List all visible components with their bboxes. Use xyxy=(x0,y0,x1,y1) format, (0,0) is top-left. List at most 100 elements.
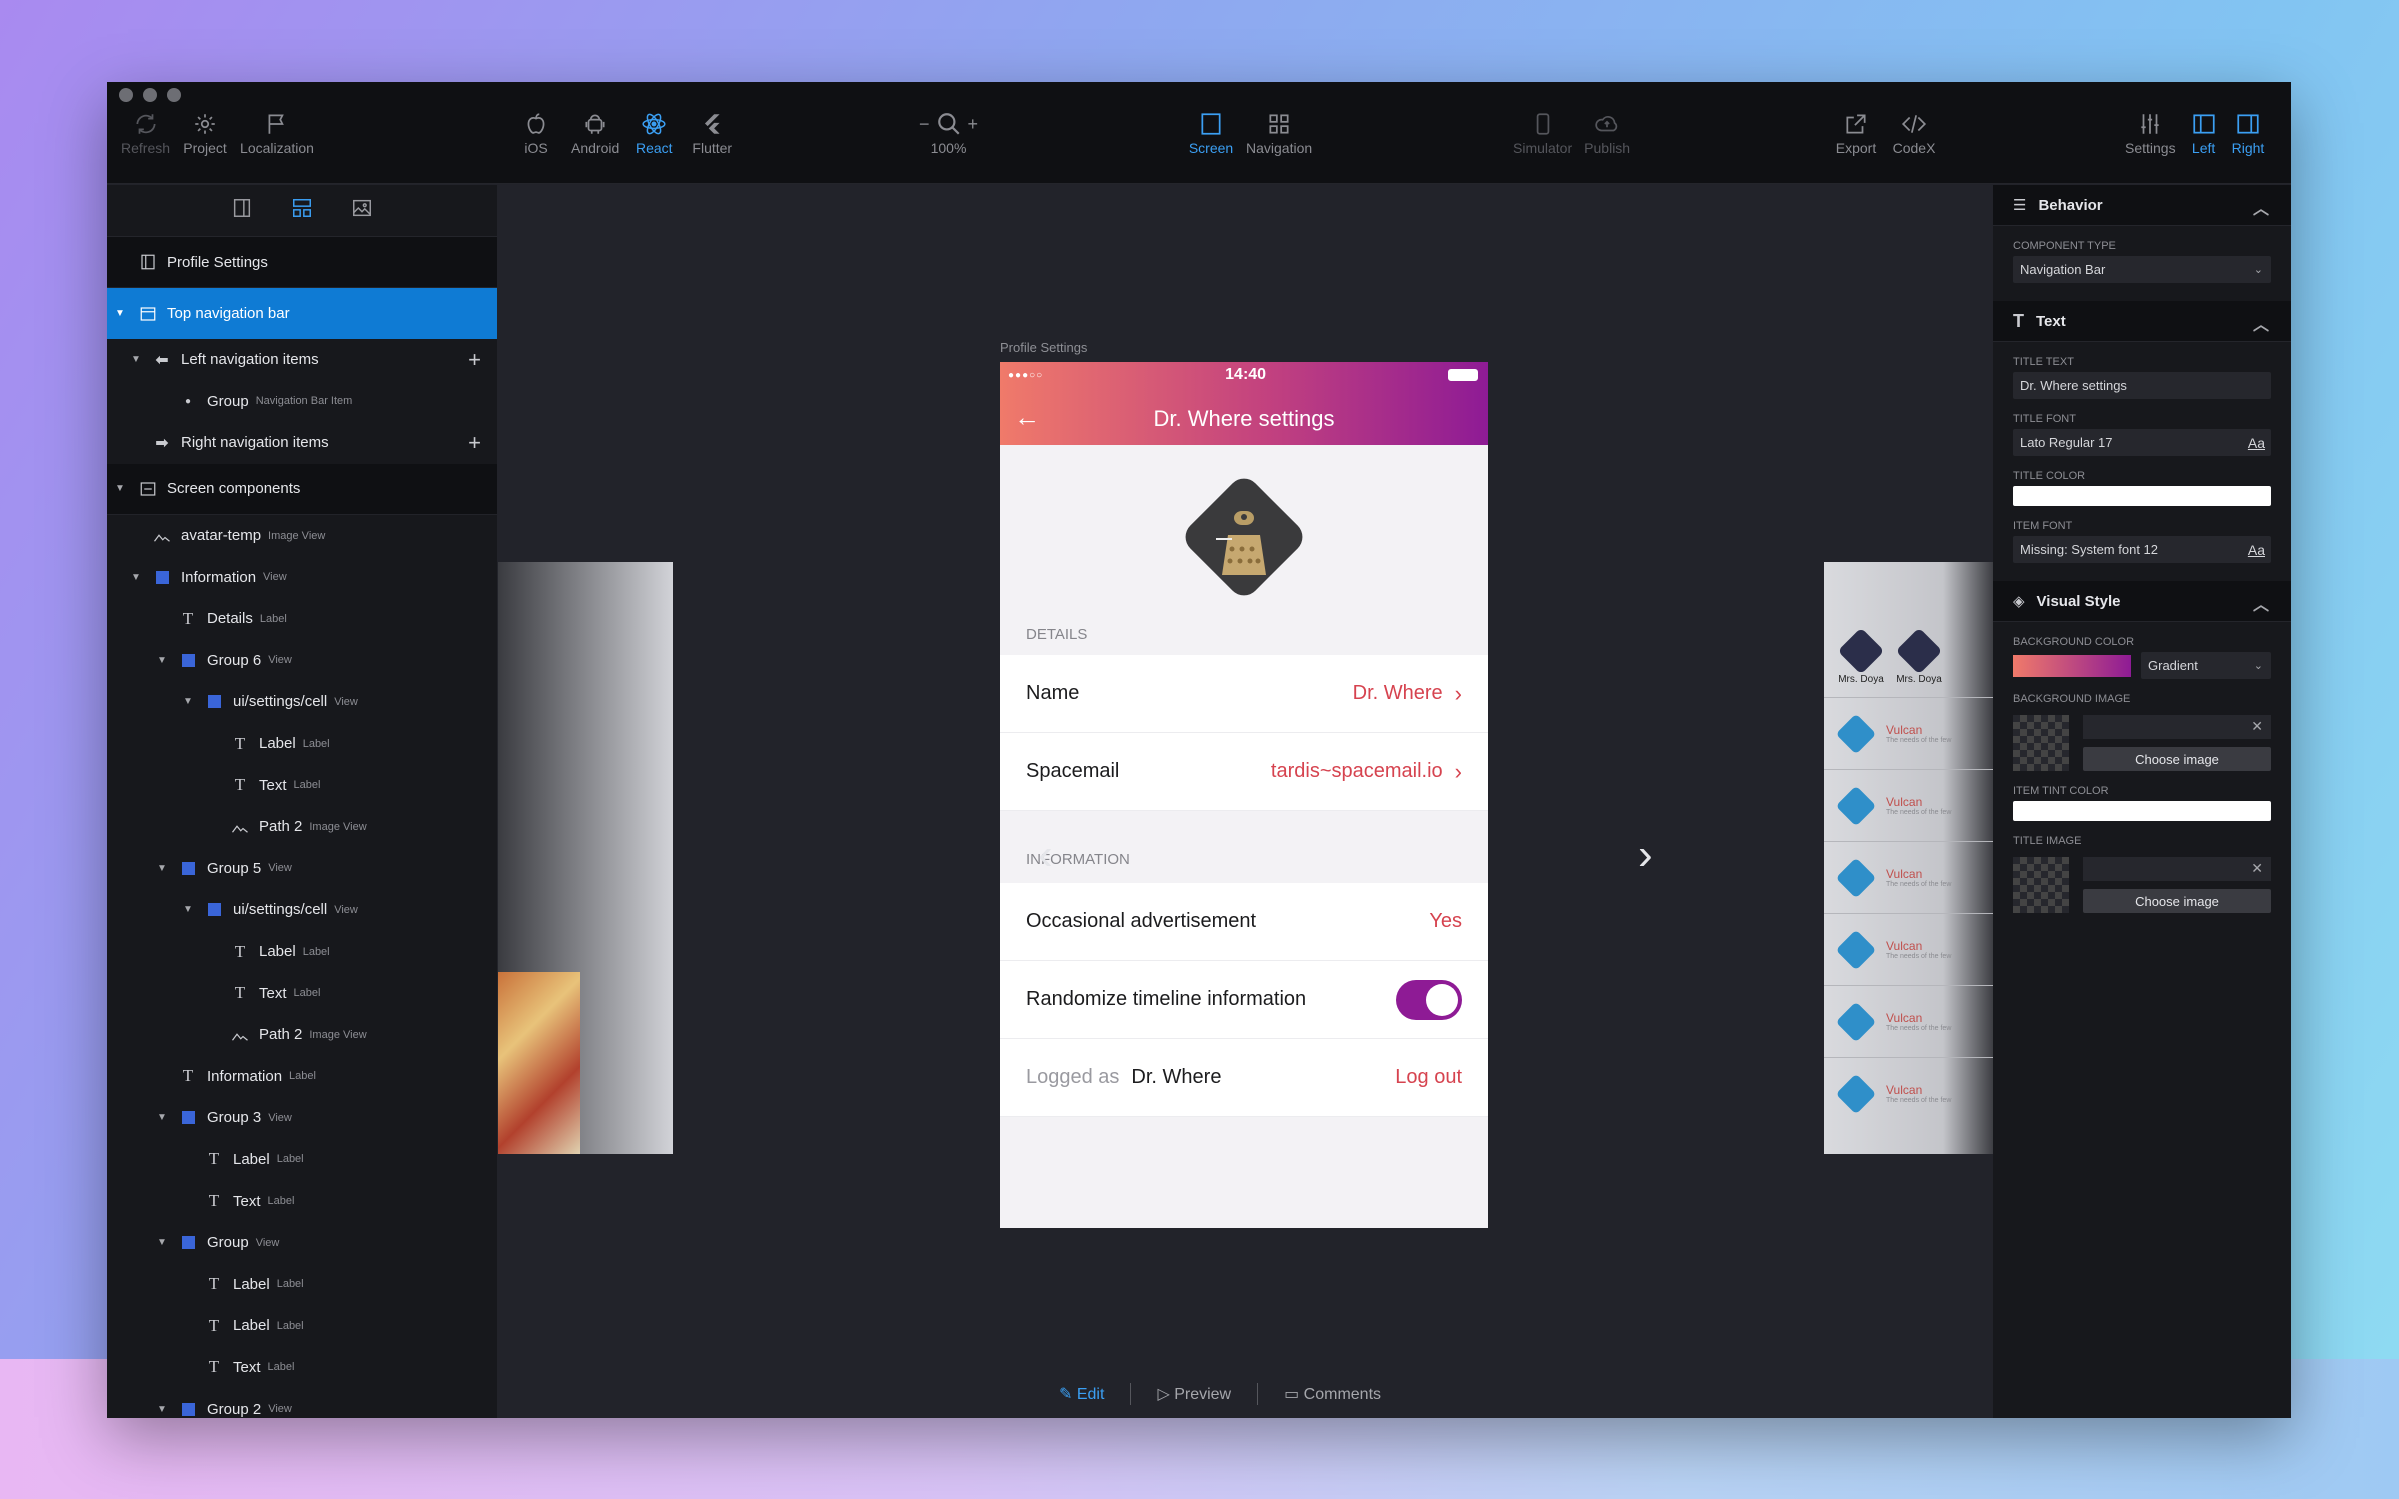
refresh-button[interactable]: Refresh xyxy=(115,108,176,156)
tree-item[interactable]: ▼ Group 2 View xyxy=(107,1388,497,1418)
tree-item-top-navigation-bar[interactable]: ▼ Top navigation bar xyxy=(107,288,497,339)
tree-item[interactable]: T Text Label xyxy=(107,1347,497,1389)
navigation-button[interactable]: Navigation xyxy=(1240,108,1318,156)
expand-arrow-icon[interactable]: ▼ xyxy=(113,308,127,319)
chevron-up-icon[interactable]: ︿ xyxy=(2253,311,2269,335)
tree-item[interactable]: T Details Label xyxy=(107,598,497,640)
tree-item[interactable]: avatar-temp Image View xyxy=(107,515,497,557)
tree-item[interactable]: T Text Label xyxy=(107,972,497,1014)
expand-arrow-icon[interactable]: ▼ xyxy=(129,572,143,583)
logout-link[interactable]: Log out xyxy=(1395,1066,1462,1089)
localization-button[interactable]: Localization xyxy=(234,108,320,156)
settings-button[interactable]: Settings xyxy=(2119,108,2182,156)
background-color-mode-select[interactable]: Gradient ⌄ xyxy=(2141,652,2271,679)
item-tint-color-swatch[interactable] xyxy=(2013,801,2271,821)
tree-item[interactable]: ▼ Group View xyxy=(107,1222,497,1264)
left-panel-toggle[interactable]: Left xyxy=(2182,108,2226,156)
tree-item[interactable]: T Information Label xyxy=(107,1056,497,1098)
screen-button[interactable]: Screen xyxy=(1182,108,1240,156)
expand-arrow-icon[interactable]: ▼ xyxy=(155,1404,169,1415)
android-button[interactable]: Android xyxy=(565,108,625,156)
component-type-select[interactable]: Navigation Bar ⌄ xyxy=(2013,256,2271,283)
text-section-header[interactable]: T Text ︿ xyxy=(1993,301,2291,342)
comments-tab[interactable]: ▭ Comments xyxy=(1284,1384,1381,1404)
expand-arrow-icon[interactable]: ▼ xyxy=(113,483,127,494)
name-row[interactable]: Name Dr. Where › xyxy=(1000,655,1488,733)
flutter-button[interactable]: Flutter xyxy=(683,108,741,156)
title-image-path[interactable]: ✕ xyxy=(2083,857,2271,881)
assets-image-icon[interactable] xyxy=(351,197,373,224)
advertisement-row[interactable]: Occasional advertisement Yes xyxy=(1000,883,1488,961)
item-font-picker[interactable]: Missing: System font 12 Aa xyxy=(2013,536,2271,563)
tree-item[interactable]: Path 2 Image View xyxy=(107,1014,497,1056)
spacemail-row[interactable]: Spacemail tardis~spacemail.io › xyxy=(1000,733,1488,811)
phone-screen[interactable]: ●●●○○ 14:40 ← Dr. Where settings DETAILS… xyxy=(1000,362,1488,1228)
expand-arrow-icon[interactable]: ▼ xyxy=(155,863,169,874)
design-canvas[interactable]: Profile Settings ●●●○○ 14:40 ← Dr. Where… xyxy=(498,185,1976,1418)
simulator-button[interactable]: Simulator xyxy=(1507,108,1578,156)
choose-background-image-button[interactable]: Choose image xyxy=(2083,747,2271,771)
tree-item[interactable]: T Text Label xyxy=(107,764,497,806)
export-button[interactable]: Export xyxy=(1827,108,1885,156)
next-screen-preview-panel[interactable]: Mrs. Doya Mrs. Doya Vulcan The needs of t… xyxy=(1824,562,1994,1154)
previous-screen-preview[interactable] xyxy=(498,562,673,1154)
clear-icon[interactable]: ✕ xyxy=(2251,860,2263,877)
tree-item[interactable]: ▼ Group 5 View xyxy=(107,848,497,890)
zoom-out-icon[interactable]: − xyxy=(919,114,930,135)
ios-button[interactable]: iOS xyxy=(507,108,565,156)
background-image-path[interactable]: ✕ xyxy=(2083,715,2271,739)
chevron-up-icon[interactable]: ︿ xyxy=(2253,591,2269,615)
tree-item[interactable]: T Label Label xyxy=(107,931,497,973)
choose-title-image-button[interactable]: Choose image xyxy=(2083,889,2271,913)
components-icon[interactable] xyxy=(291,197,313,224)
codex-button[interactable]: CodeX xyxy=(1885,108,1943,156)
font-picker-icon[interactable]: Aa xyxy=(2248,542,2265,558)
previous-screen-arrow-icon[interactable]: ‹ xyxy=(1038,830,1053,880)
zoom-in-icon[interactable]: + xyxy=(968,114,979,135)
top-navigation-bar[interactable]: ●●●○○ 14:40 ← Dr. Where settings xyxy=(1000,362,1488,445)
next-screen-arrow-icon[interactable]: › xyxy=(1638,830,1653,880)
expand-arrow-icon[interactable]: ▼ xyxy=(155,1237,169,1248)
behavior-section-header[interactable]: ☰ Behavior ︿ xyxy=(1993,185,2291,226)
expand-arrow-icon[interactable]: ▼ xyxy=(155,1112,169,1123)
tree-item[interactable]: ● Group Navigation Bar Item xyxy=(107,381,497,423)
tree-item[interactable]: T Label Label xyxy=(107,1139,497,1181)
background-image-preview[interactable] xyxy=(2013,715,2069,771)
tree-item[interactable]: T Text Label xyxy=(107,1180,497,1222)
expand-arrow-icon[interactable]: ▼ xyxy=(181,696,195,707)
title-font-picker[interactable]: Lato Regular 17 Aa xyxy=(2013,429,2271,456)
add-item-icon[interactable]: + xyxy=(468,347,481,373)
tree-item[interactable]: ▼ ui/settings/cell View xyxy=(107,681,497,723)
tree-item[interactable]: ➡ Right navigation items + xyxy=(107,422,497,464)
title-color-swatch[interactable] xyxy=(2013,486,2271,506)
font-picker-icon[interactable]: Aa xyxy=(2248,435,2265,451)
tree-root-profile-settings[interactable]: Profile Settings xyxy=(107,237,497,288)
title-text-input[interactable]: Dr. Where settings xyxy=(2013,372,2271,399)
react-button[interactable]: React xyxy=(625,108,683,156)
visual-style-section-header[interactable]: ◈ Visual Style ︿ xyxy=(1993,581,2291,622)
publish-button[interactable]: Publish xyxy=(1578,108,1636,156)
tree-item[interactable]: T Label Label xyxy=(107,1305,497,1347)
edit-tab[interactable]: ✎ Edit xyxy=(1059,1384,1104,1404)
close-window-button[interactable] xyxy=(119,88,133,102)
tree-item[interactable]: T Label Label xyxy=(107,723,497,765)
tree-item[interactable]: ▼ Group 6 View xyxy=(107,640,497,682)
expand-arrow-icon[interactable]: ▼ xyxy=(181,904,195,915)
right-panel-toggle[interactable]: Right xyxy=(2226,108,2271,156)
tree-item[interactable]: Path 2 Image View xyxy=(107,806,497,848)
zoom-control[interactable]: − + 100% xyxy=(913,108,984,156)
tree-item-screen-components[interactable]: ▼ Screen components xyxy=(107,463,497,515)
title-image-preview[interactable] xyxy=(2013,857,2069,913)
tree-item[interactable]: ▼ Group 3 View xyxy=(107,1097,497,1139)
tree-item[interactable]: ▼ Information View xyxy=(107,556,497,598)
tree-item[interactable]: ▼ ⬅ Left navigation items + xyxy=(107,339,497,381)
randomize-toggle[interactable] xyxy=(1396,979,1462,1020)
clear-icon[interactable]: ✕ xyxy=(2251,718,2263,735)
add-item-icon[interactable]: + xyxy=(468,430,481,456)
tree-item[interactable]: ▼ ui/settings/cell View xyxy=(107,889,497,931)
zoom-window-button[interactable] xyxy=(167,88,181,102)
chevron-up-icon[interactable]: ︿ xyxy=(2253,195,2269,219)
preview-tab[interactable]: ▷ Preview xyxy=(1157,1384,1231,1404)
project-button[interactable]: Project xyxy=(176,108,234,156)
tree-item[interactable]: T Label Label xyxy=(107,1263,497,1305)
